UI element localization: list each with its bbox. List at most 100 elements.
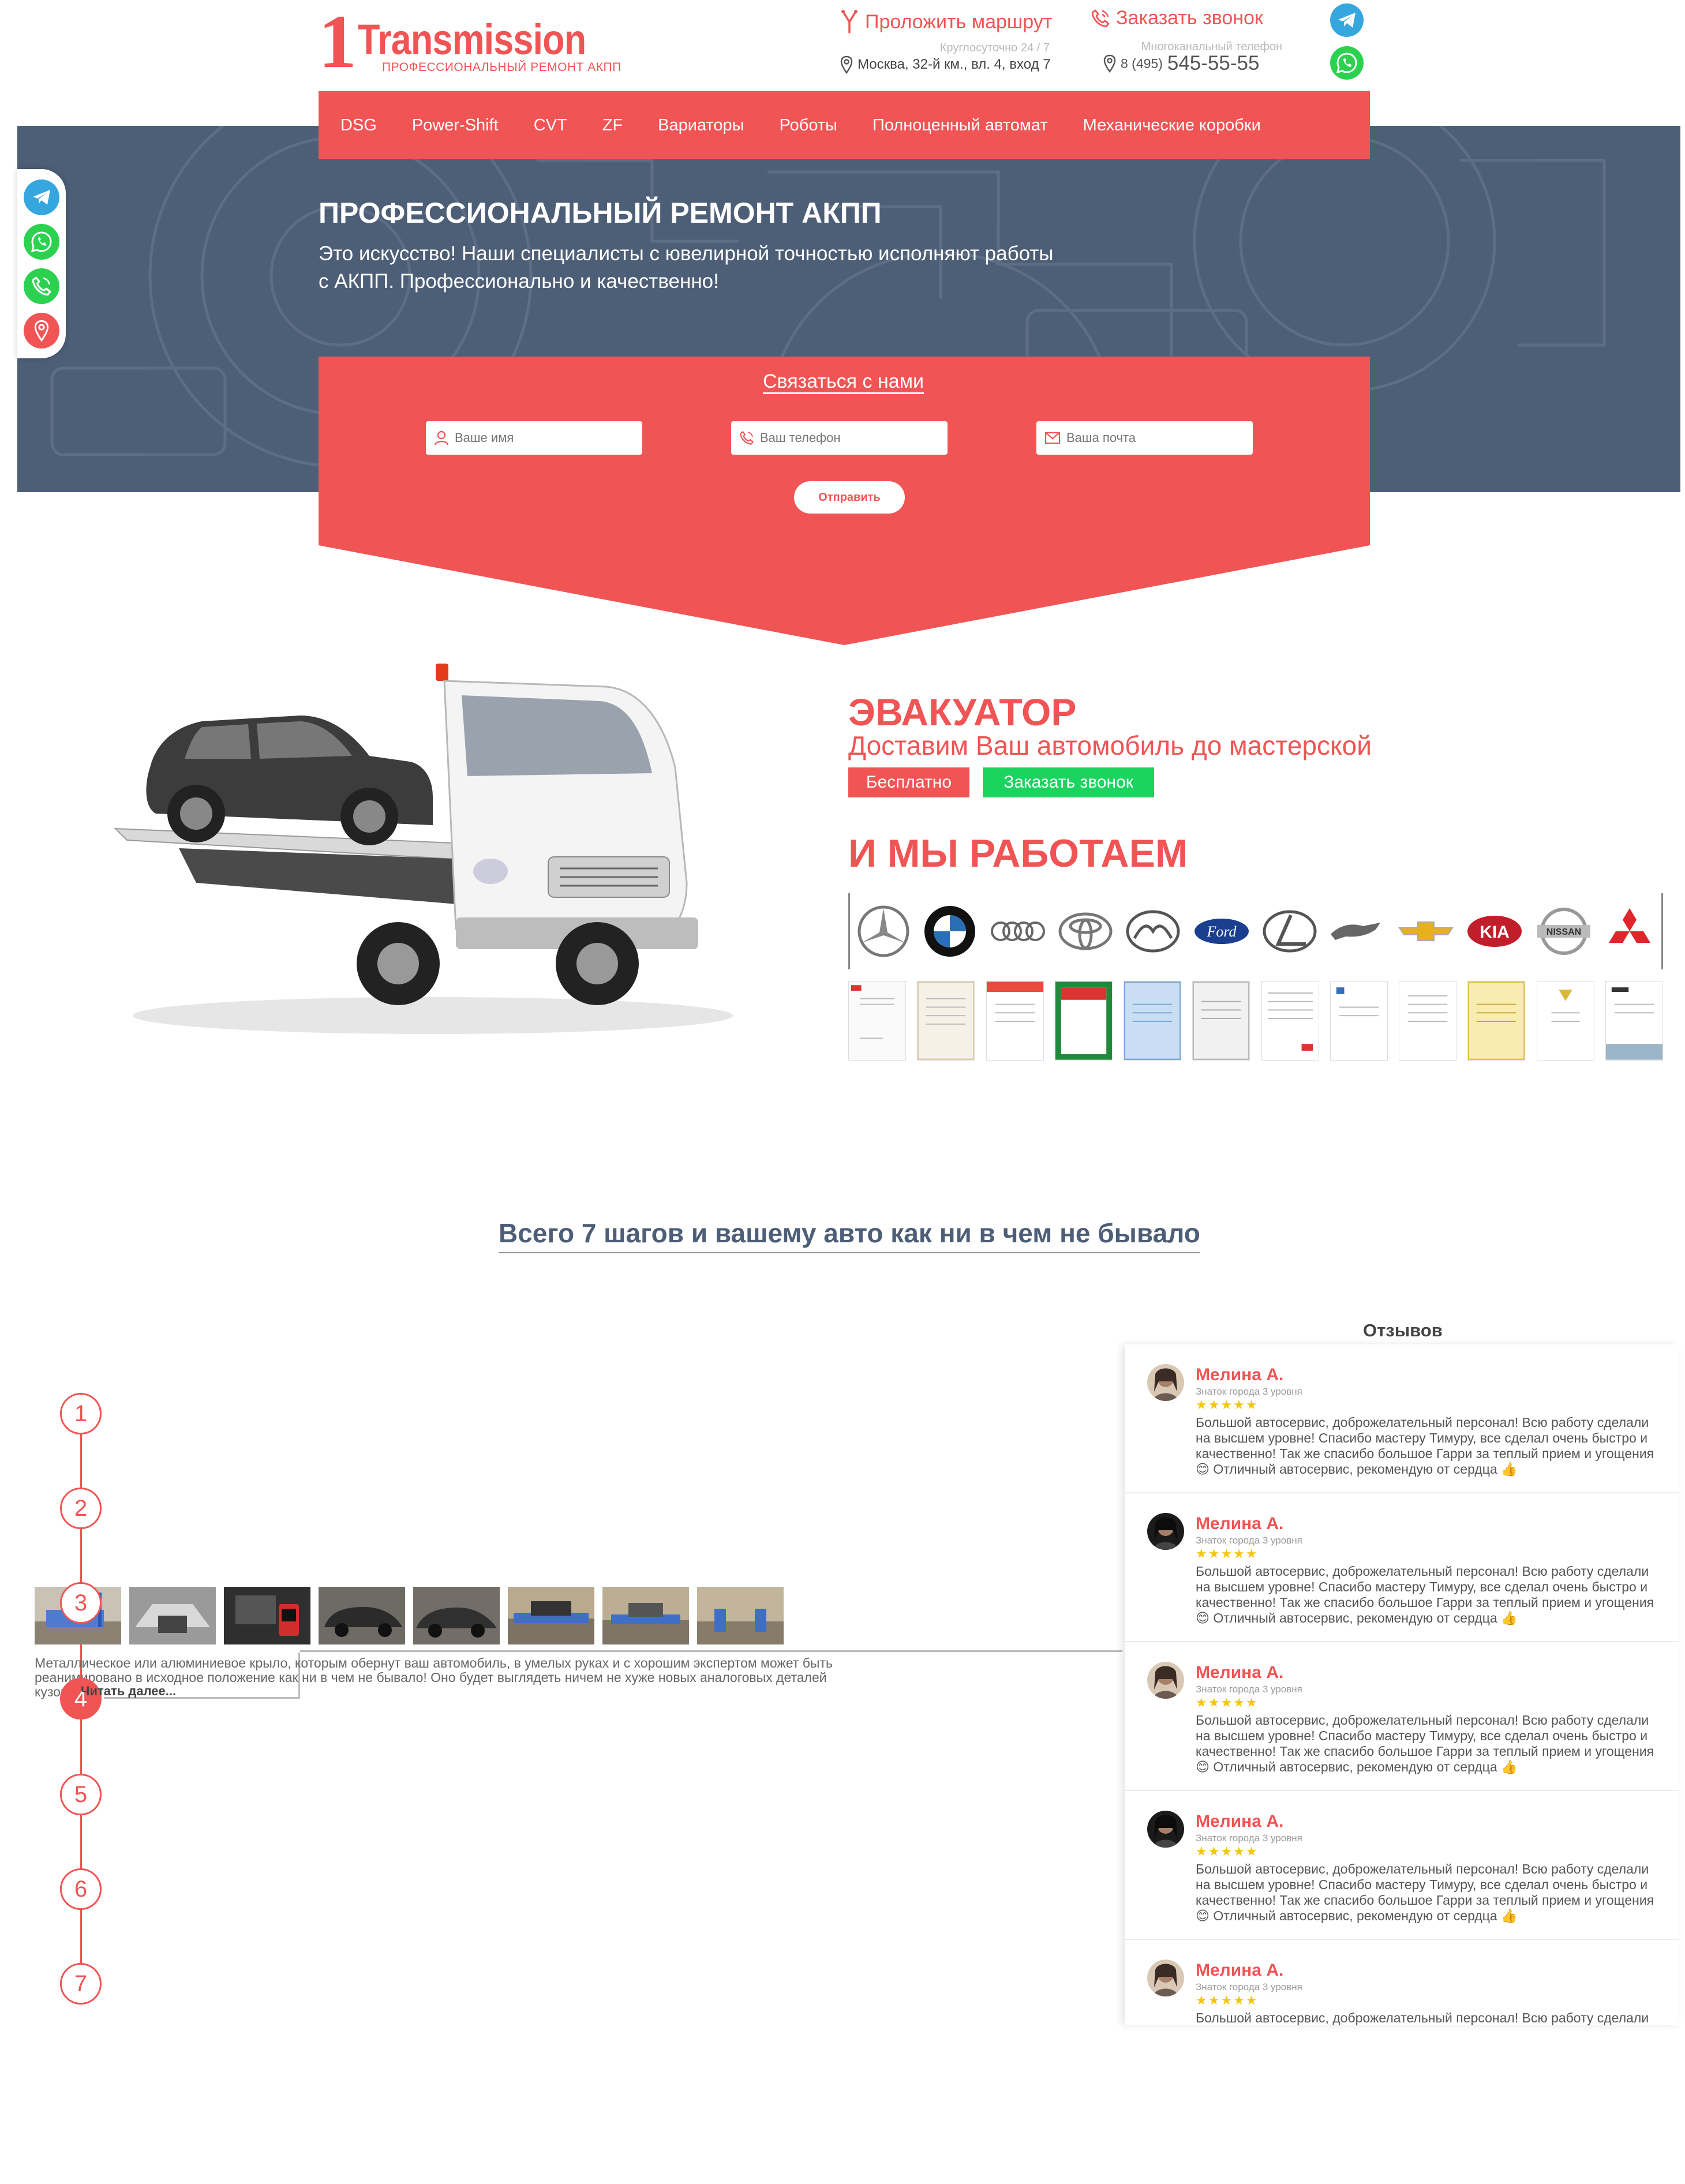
user-icon xyxy=(434,430,449,445)
reviewer-avatar xyxy=(1147,1662,1184,1699)
form-title: Связаться с нами xyxy=(763,370,924,392)
email-field[interactable] xyxy=(1036,421,1253,455)
certificate-image[interactable] xyxy=(986,981,1044,1061)
step-6[interactable]: 6 xyxy=(60,1868,102,1910)
car-engine-photo[interactable] xyxy=(129,1587,216,1644)
reviewer-level: Знаток города 3 уровня xyxy=(1196,1535,1302,1546)
certificate-image[interactable] xyxy=(1467,981,1526,1061)
review-text: Большой автосервис, доброжелательный пер… xyxy=(1196,1564,1654,1625)
reviews-title: Отзывов xyxy=(1363,1320,1443,1340)
svg-text:Ford: Ford xyxy=(1207,923,1237,940)
whatsapp-icon[interactable] xyxy=(24,223,59,260)
nav-item-zf[interactable]: ZF xyxy=(602,116,623,135)
reviewer-name: Мелина А. xyxy=(1196,1365,1284,1384)
bmw-logo xyxy=(924,906,976,957)
review-text: Большой автосервис, доброжелательный пер… xyxy=(1196,1415,1654,1477)
nav-item-full-automatic[interactable]: Полноценный автомат xyxy=(873,116,1048,135)
svg-text:KIA: KIA xyxy=(1480,923,1510,942)
workshop-photo[interactable] xyxy=(697,1587,784,1644)
name-field[interactable] xyxy=(426,421,642,455)
review-text: Большой автосервис, доброжелательный пер… xyxy=(1196,1861,1654,1923)
free-button[interactable]: Бесплатно xyxy=(848,767,969,797)
reviewer-name: Мелина А. xyxy=(1196,1663,1284,1682)
reviewer-avatar xyxy=(1147,1364,1184,1401)
reviewer-avatar xyxy=(1147,1811,1184,1848)
workshop-photo[interactable] xyxy=(602,1587,689,1644)
nav-item-robots[interactable]: Роботы xyxy=(780,116,837,135)
map-pin-icon[interactable] xyxy=(24,312,59,349)
review-text: Большой автосервис, доброжелательный пер… xyxy=(1196,2010,1649,2025)
evacuator-title: ЭВАКУАТОР xyxy=(848,691,1077,733)
reviews-list[interactable]: Мелина А. Знаток города 3 уровня ★★★★★ Б… xyxy=(1125,1344,1679,2025)
evacuator-subtitle: Доставим Ваш автомобиль до мастерской xyxy=(848,731,1372,761)
floating-contact-bar xyxy=(17,169,66,358)
reviewer-name: Мелина А. xyxy=(1196,1514,1284,1533)
order-call-button[interactable]: Заказать звонок xyxy=(983,767,1154,797)
audi-logo xyxy=(990,921,1045,941)
certificate-image[interactable] xyxy=(1399,981,1457,1061)
reviewer-level: Знаток города 3 уровня xyxy=(1196,1833,1302,1844)
nav-item-power-shift[interactable]: Power-Shift xyxy=(412,116,499,135)
review-card: Мелина А. Знаток города 3 уровня ★★★★★ Б… xyxy=(1125,1493,1679,1642)
email-input[interactable] xyxy=(1066,430,1240,445)
nav-item-dsg[interactable]: DSG xyxy=(340,116,377,135)
diagnostic-tool-photo[interactable] xyxy=(224,1587,310,1644)
mitsubishi-logo xyxy=(1608,908,1650,943)
ford-logo: Ford xyxy=(1195,919,1249,944)
step-photo-gallery xyxy=(35,1587,791,1647)
rating-stars: ★★★★★ xyxy=(1196,1695,1259,1710)
reviewer-level: Знаток города 3 уровня xyxy=(1196,1981,1302,1992)
reviewer-name: Мелина А. xyxy=(1196,1812,1284,1831)
rating-stars: ★★★★★ xyxy=(1196,1398,1259,1412)
hero-title: ПРОФЕССИОНАЛЬНЫЙ РЕМОНТ АКПП xyxy=(319,197,882,229)
reviewer-avatar xyxy=(1147,1513,1184,1550)
phone-input[interactable] xyxy=(760,430,933,445)
telegram-icon[interactable] xyxy=(24,179,59,215)
hero-subtitle: Это искусство! Наши специалисты с ювелир… xyxy=(319,242,1054,293)
bmw-car-photo[interactable] xyxy=(319,1587,405,1644)
certificate-image[interactable] xyxy=(1192,981,1250,1061)
read-more-link[interactable]: Читать далее... xyxy=(81,1684,176,1699)
mazda-logo xyxy=(1126,910,1180,953)
phone-icon[interactable] xyxy=(24,268,59,304)
step-7[interactable]: 7 xyxy=(60,1963,102,2005)
nav-item-variators[interactable]: Вариаторы xyxy=(658,116,744,135)
certificates-row xyxy=(848,981,1663,1061)
name-input[interactable] xyxy=(455,430,628,445)
reviewer-level: Знаток города 3 уровня xyxy=(1196,1386,1302,1397)
toyota-logo xyxy=(1058,912,1113,950)
certificate-image[interactable] xyxy=(1536,981,1594,1061)
rating-stars: ★★★★★ xyxy=(1196,1844,1259,1859)
rating-stars: ★★★★★ xyxy=(1196,1993,1259,2007)
certificate-image[interactable] xyxy=(1054,981,1113,1061)
workshop-photo[interactable] xyxy=(508,1587,594,1644)
certificate-image[interactable] xyxy=(1124,981,1182,1061)
steps-title: Всего 7 шагов и вашему авто как ни в чем… xyxy=(499,1218,1200,1253)
review-card: Мелина А. Знаток города 3 уровня ★★★★★ Б… xyxy=(1125,1642,1679,1791)
certificate-image[interactable] xyxy=(917,981,975,1061)
jaguar-logo xyxy=(1330,923,1380,940)
nav-item-cvt[interactable]: CVT xyxy=(534,116,567,135)
bmw-car-photo[interactable] xyxy=(413,1587,500,1644)
certificate-image[interactable] xyxy=(848,981,906,1061)
step-1[interactable]: 1 xyxy=(60,1393,102,1434)
review-card: Мелина А. Знаток города 3 уровня ★★★★★ Б… xyxy=(1125,1940,1679,2025)
step-2[interactable]: 2 xyxy=(60,1488,102,1529)
phone-field[interactable] xyxy=(731,421,948,455)
reviewer-avatar xyxy=(1147,1960,1184,1996)
review-card: Мелина А. Знаток города 3 уровня ★★★★★ Б… xyxy=(1125,1791,1679,1940)
reviewer-name: Мелина А. xyxy=(1196,1961,1284,1980)
tow-truck-image xyxy=(114,664,733,1034)
svg-text:NISSAN: NISSAN xyxy=(1546,927,1581,937)
submit-button[interactable]: Отправить xyxy=(794,481,905,514)
certificate-image[interactable] xyxy=(1605,981,1663,1061)
reviewer-level: Знаток города 3 уровня xyxy=(1196,1684,1302,1695)
step-5[interactable]: 5 xyxy=(60,1774,102,1815)
step-3[interactable]: 3 xyxy=(60,1582,102,1624)
nissan-logo: NISSAN xyxy=(1537,908,1590,955)
certificate-image[interactable] xyxy=(1330,981,1388,1061)
chevrolet-logo xyxy=(1398,921,1454,941)
certificate-image[interactable] xyxy=(1261,981,1319,1061)
nav-item-manual[interactable]: Механические коробки xyxy=(1083,116,1261,135)
main-nav: DSG Power-Shift CVT ZF Вариаторы Роботы … xyxy=(319,91,1370,159)
